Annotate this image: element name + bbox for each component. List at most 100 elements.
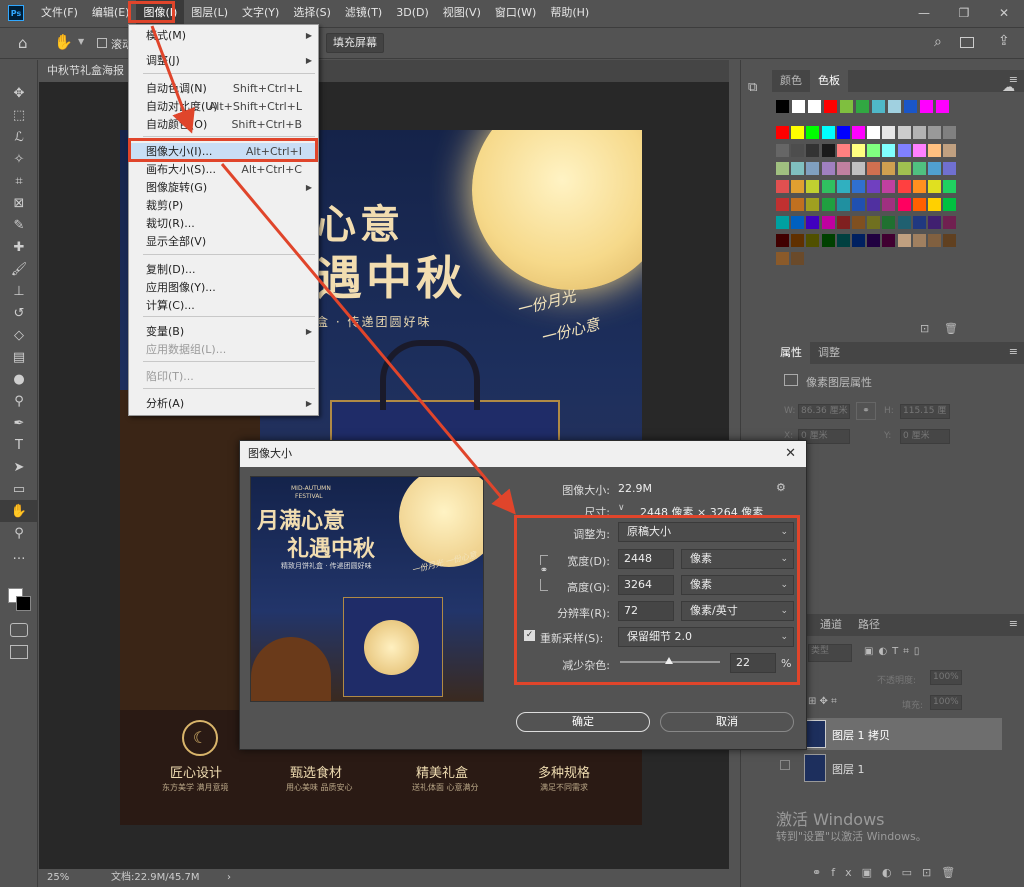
swatch[interactable] (943, 144, 957, 157)
screen-mode-icon[interactable] (10, 645, 28, 659)
fill-field[interactable]: 100% (930, 695, 962, 710)
swatch[interactable] (821, 234, 835, 247)
move-tool-icon[interactable]: ✥ (0, 82, 38, 104)
image-menu-item[interactable]: 调整(J) ▶ (129, 52, 318, 70)
swatch[interactable] (928, 198, 941, 211)
properties-menu-icon[interactable]: ≡ (1009, 345, 1018, 358)
swatch[interactable] (791, 252, 805, 265)
scroll-all-checkbox[interactable] (97, 38, 107, 48)
hand-tool-icon-selected[interactable]: ✋ (0, 500, 38, 522)
swatch[interactable] (943, 234, 957, 247)
image-menu-item[interactable]: 自动对比度(U) Alt+Shift+Ctrl+L (129, 98, 318, 116)
swatch[interactable] (821, 126, 835, 139)
hand-tool-icon[interactable]: ✋ (54, 33, 73, 51)
swatch[interactable] (867, 126, 881, 139)
swatch[interactable] (867, 198, 881, 211)
gear-icon[interactable]: ⚙ (776, 481, 786, 494)
swatch[interactable] (872, 100, 885, 113)
image-menu-item[interactable]: 复制(D)... (129, 261, 318, 279)
more-tools-icon[interactable]: … (0, 544, 38, 566)
image-preview[interactable]: MID-AUTUMN FESTIVAL 月满心意 礼遇中秋 精致月饼礼盒 · 传… (250, 476, 484, 702)
swatch[interactable] (920, 100, 933, 113)
menu-select[interactable]: 选择(S) (286, 0, 338, 26)
swatch[interactable] (882, 216, 896, 229)
image-menu-item[interactable]: 分析(A) ▶ (129, 395, 318, 413)
image-menu-item[interactable]: 画布大小(S)... Alt+Ctrl+C (129, 161, 318, 179)
tab-color[interactable]: 颜色 (772, 70, 810, 92)
eyedropper-tool-icon[interactable]: ✎ (0, 214, 38, 236)
swatch[interactable] (806, 144, 820, 157)
swatch[interactable] (791, 180, 805, 193)
image-menu-item[interactable]: 裁切(R)... (129, 215, 318, 233)
swatch[interactable] (821, 144, 835, 157)
swatch[interactable] (806, 216, 820, 229)
swatch[interactable] (824, 100, 837, 113)
layers-menu-icon[interactable]: ≡ (1009, 617, 1018, 630)
swatch[interactable] (912, 162, 926, 175)
swatch[interactable] (852, 198, 865, 211)
layer-kind-filter[interactable]: 类型 (808, 644, 852, 662)
close-button[interactable]: ✕ (984, 0, 1024, 26)
swatch[interactable] (791, 162, 805, 175)
swatch[interactable] (776, 198, 789, 211)
layers-footer-icons[interactable]: ⚭fx▣◐▭⊡🗑 (812, 866, 965, 879)
pen-tool-icon[interactable]: ✒ (0, 412, 38, 434)
swatch[interactable] (928, 180, 941, 193)
swatch[interactable] (928, 126, 941, 139)
swatch[interactable] (882, 180, 896, 193)
frame-tool-icon[interactable]: ⊠ (0, 192, 38, 214)
history-brush-icon[interactable]: ↺ (0, 302, 38, 324)
swatch[interactable] (836, 198, 850, 211)
layer-row[interactable]: 图层 1 (802, 752, 1002, 784)
swatch[interactable] (897, 198, 911, 211)
swatch[interactable] (806, 162, 820, 175)
image-menu-item[interactable]: 应用数据组(L)... (129, 341, 318, 359)
search-icon[interactable]: ⌕ (934, 34, 942, 50)
cancel-button[interactable]: 取消 (660, 712, 794, 732)
width-field[interactable]: 86.36 厘米 (798, 404, 850, 419)
swatch[interactable] (928, 144, 941, 157)
swatch[interactable] (776, 234, 789, 247)
brush-tool-icon[interactable]: 🖌 (0, 258, 38, 280)
home-icon[interactable]: ⌂ (18, 34, 28, 52)
swatch[interactable] (897, 144, 911, 157)
swatch[interactable] (867, 234, 881, 247)
swatch[interactable] (806, 198, 820, 211)
swatch[interactable] (897, 180, 911, 193)
swatch[interactable] (836, 234, 850, 247)
swatch[interactable] (792, 100, 805, 113)
eraser-tool-icon[interactable]: ◇ (0, 324, 38, 346)
image-menu-item[interactable]: 陷印(T)... (129, 368, 318, 386)
blur-tool-icon[interactable]: ● (0, 368, 38, 390)
swatch[interactable] (897, 234, 911, 247)
swatch[interactable] (791, 216, 805, 229)
swatch[interactable] (776, 180, 789, 193)
delete-swatch-icon[interactable]: 🗑 (944, 322, 958, 335)
swatch[interactable] (943, 162, 957, 175)
swatch[interactable] (897, 162, 911, 175)
tab-adjustments[interactable]: 调整 (810, 342, 848, 364)
workspace-icon[interactable] (960, 37, 974, 48)
dialog-close-icon[interactable]: ✕ (785, 446, 796, 461)
swatch[interactable] (943, 180, 957, 193)
new-swatch-icon[interactable]: ⊡ (920, 322, 929, 335)
swatch[interactable] (912, 216, 926, 229)
image-menu-item[interactable]: 显示全部(V) (129, 233, 318, 251)
dodge-tool-icon[interactable]: ⚲ (0, 390, 38, 412)
history-panel-icon[interactable]: ⧉ (748, 80, 757, 95)
swatch[interactable] (852, 162, 865, 175)
menu-window[interactable]: 窗口(W) (488, 0, 543, 26)
swatch[interactable] (852, 216, 865, 229)
swatch[interactable] (836, 180, 850, 193)
dims-chevron-icon[interactable]: ∨ (618, 503, 625, 513)
menu-filter[interactable]: 滤镜(T) (338, 0, 389, 26)
tab-properties[interactable]: 属性 (772, 342, 810, 364)
crop-tool-icon[interactable]: ⌗ (0, 170, 38, 192)
status-chevron-icon[interactable]: › (227, 869, 231, 887)
swatch[interactable] (904, 100, 917, 113)
opacity-field[interactable]: 100% (930, 670, 962, 685)
menu-help[interactable]: 帮助(H) (543, 0, 596, 26)
background-color-swatch[interactable] (16, 596, 31, 611)
minimize-button[interactable]: — (904, 0, 944, 26)
swatch[interactable] (882, 198, 896, 211)
